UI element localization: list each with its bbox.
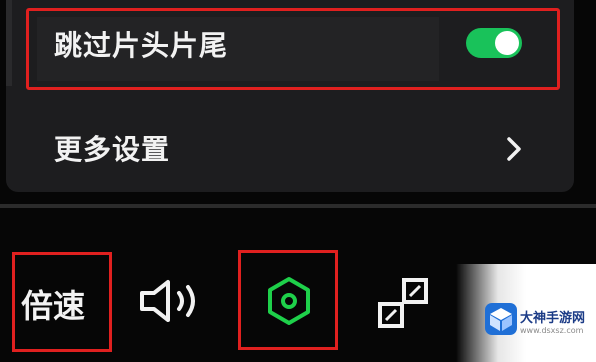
watermark-logo-icon (485, 303, 517, 335)
chevron-right-icon[interactable] (500, 134, 528, 164)
volume-icon[interactable] (138, 278, 206, 324)
settings-button[interactable] (238, 250, 338, 350)
skip-intro-outro-label: 跳过片头片尾 (54, 29, 229, 62)
exit-fullscreen-icon[interactable] (376, 276, 430, 330)
settings-hexagon-icon (268, 277, 310, 325)
control-bar-divider (0, 204, 596, 208)
watermark-url: www.dsxsz.com (520, 326, 584, 335)
skip-intro-outro-toggle[interactable] (466, 28, 522, 58)
menu-edge (6, 0, 12, 86)
playback-speed-button[interactable]: 倍速 (12, 252, 112, 352)
playback-speed-label: 倍速 (21, 287, 86, 325)
toggle-knob (495, 31, 519, 55)
more-settings-item[interactable]: 更多设置 (54, 128, 170, 168)
watermark-title: 大神手游网 (520, 311, 586, 326)
video-player: 跳过片头片尾 更多设置 倍速 大神手游网 www.dsxsz.com (0, 0, 596, 362)
